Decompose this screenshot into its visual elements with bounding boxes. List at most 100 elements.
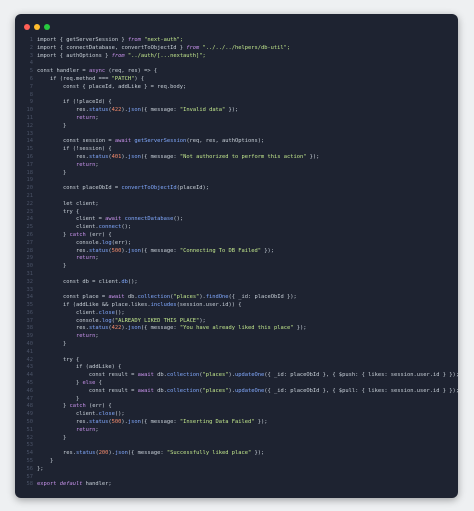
code-token: const db = client.: [37, 278, 122, 285]
code-token: ({ _id: placeObId });: [228, 294, 297, 301]
code-token: db.: [153, 387, 167, 394]
code-token: status: [88, 153, 109, 160]
line-text: try {: [37, 357, 79, 365]
code-token: from: [186, 44, 200, 51]
line-number: 32: [26, 278, 34, 285]
code-line: 44 const result = await db.collection("p…: [15, 372, 459, 380]
code-token: await: [137, 387, 154, 394]
line-number: 11: [26, 114, 34, 121]
line-number: 18: [26, 169, 34, 176]
code-line: 12 }: [15, 123, 458, 131]
code-token: }: [37, 434, 67, 441]
code-token: (err) {: [85, 403, 112, 410]
line-number: 35: [26, 302, 34, 309]
code-token: json: [127, 325, 141, 332]
code-token: status: [88, 247, 109, 254]
line-text: if (!session) {: [37, 146, 112, 154]
code-line: 40 }: [15, 341, 458, 349]
minimize-dot-icon[interactable]: [34, 24, 40, 30]
code-token: status: [75, 450, 96, 457]
line-text: } catch (err) {: [37, 232, 112, 240]
line-text: return;: [37, 333, 99, 341]
line-number: 48: [26, 403, 34, 410]
line-number: 36: [26, 309, 34, 316]
line-number: 7: [29, 83, 33, 90]
code-token: ) {: [134, 75, 145, 82]
line-number: 26: [26, 231, 34, 238]
code-token: await: [105, 216, 122, 223]
code-token: export: [37, 481, 60, 488]
line-number: 55: [26, 458, 34, 465]
line-text: try {: [37, 209, 79, 217]
code-line: 11 return;: [15, 115, 458, 123]
code-token: client =: [37, 216, 106, 223]
line-number: 4: [29, 60, 33, 67]
line-text: client = await connectDatabase();: [37, 216, 183, 224]
line-number: 27: [26, 239, 34, 246]
code-token: ();: [127, 278, 138, 285]
code-token: });: [293, 325, 307, 332]
line-text: const placeObId = convertToObjectId(plac…: [37, 185, 209, 193]
code-token: updateOne: [235, 372, 265, 379]
code-line: 15 if (!session) {: [15, 146, 458, 154]
maximize-dot-icon[interactable]: [44, 24, 50, 30]
close-dot-icon[interactable]: [24, 24, 30, 30]
code-token: 422: [111, 107, 122, 114]
code-line: 20 const placeObId = convertToObjectId(p…: [15, 185, 458, 193]
line-number: 39: [26, 333, 34, 340]
code-token: "../../../helpers/db-util";: [199, 44, 291, 51]
code-token: findOne: [205, 294, 229, 301]
code-token: console.: [37, 239, 102, 246]
code-token: if (addLike) {: [37, 364, 122, 371]
code-token: ({ message:: [140, 325, 180, 332]
line-text: res.status(422).json({ message: "You hav…: [37, 325, 307, 333]
code-block: 1 import { getServerSession } from "next-…: [15, 37, 459, 489]
line-text: console.log(err);: [37, 240, 131, 248]
line-text: return;: [37, 115, 99, 123]
code-token: await: [114, 138, 132, 145]
code-line: 13: [15, 131, 458, 139]
code-line: 56};: [15, 466, 458, 474]
code-token: }: [37, 122, 67, 129]
code-token: ();: [173, 216, 184, 223]
code-token: return: [37, 114, 96, 121]
line-text: res.status(500).json({ message: "Inserti…: [37, 419, 268, 427]
code-token: collection: [166, 387, 200, 394]
line-number: 12: [26, 122, 34, 129]
code-token: let client;: [37, 200, 99, 207]
code-token: return: [37, 426, 96, 433]
code-token: ();: [114, 411, 125, 418]
code-token: async: [88, 68, 106, 75]
line-number: 8: [29, 91, 33, 98]
line-number: 28: [26, 247, 34, 254]
code-token: client.: [37, 309, 99, 316]
code-line: 1 import { getServerSession } from "next-…: [15, 37, 458, 45]
line-text: }: [37, 396, 79, 404]
line-number: 43: [26, 364, 34, 371]
code-token: close: [98, 309, 115, 316]
code-token: ({ message:: [140, 153, 180, 160]
code-token: const place =: [37, 294, 109, 301]
code-line: 55 }: [15, 458, 458, 466]
code-token: import { connectDatabase, convertToObjec…: [37, 44, 187, 51]
line-number: 23: [26, 208, 34, 215]
line-number: 6: [29, 75, 33, 82]
code-line: 14 const session = await getServerSessio…: [15, 138, 458, 146]
code-line: 57: [15, 474, 458, 482]
code-token: json: [127, 247, 141, 254]
code-token: ({ message:: [140, 107, 180, 114]
code-line: 37 console.log("ALREADY LIKED THIS PLACE…: [15, 318, 458, 326]
line-text: if (addLike && place.likes.includes(sess…: [37, 302, 242, 310]
code-token: res.: [37, 419, 89, 426]
code-token: });: [261, 247, 274, 254]
line-number: 17: [26, 161, 34, 168]
line-text: const result = await db.collection("plac…: [37, 388, 458, 396]
code-line: 18 }: [15, 170, 458, 178]
code-token: }: [37, 169, 67, 176]
code-line: 24 client = await connectDatabase();: [15, 216, 458, 224]
code-token: });: [306, 153, 320, 160]
code-line: 22 let client;: [15, 201, 458, 209]
code-line: 34 const place = await db.collection("pl…: [15, 294, 458, 302]
line-number: 2: [29, 44, 33, 51]
line-number: 54: [26, 450, 34, 457]
